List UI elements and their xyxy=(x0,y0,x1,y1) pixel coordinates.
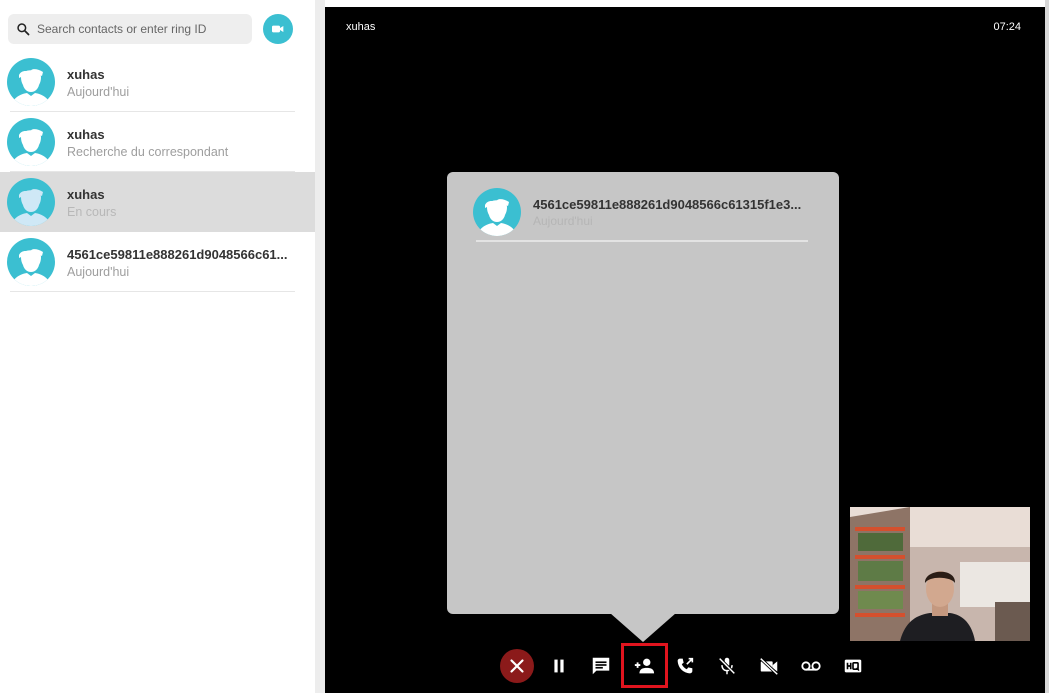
call-peer-name: xuhas xyxy=(346,21,376,33)
call-timer: 07:24 xyxy=(993,21,1021,33)
avatar xyxy=(7,178,55,226)
highlight-box xyxy=(621,643,668,688)
person-silhouette-icon xyxy=(11,189,51,226)
popup-pointer xyxy=(610,613,676,642)
contact-status: En cours xyxy=(67,205,117,219)
contact-name: xuhas xyxy=(67,187,105,202)
hold-button[interactable] xyxy=(542,649,576,683)
avatar xyxy=(7,58,55,106)
mic-off-icon xyxy=(718,657,736,675)
pause-icon xyxy=(554,659,564,673)
record-button[interactable] xyxy=(794,649,828,683)
call-controls xyxy=(0,649,1049,683)
contact-item[interactable]: xuhas Recherche du correspondant xyxy=(0,112,315,172)
quality-button[interactable] xyxy=(836,649,870,683)
video-call-button[interactable] xyxy=(263,14,293,44)
avatar xyxy=(7,118,55,166)
call-transfer-icon xyxy=(677,657,694,674)
popup-contact-status: Aujourd'hui xyxy=(533,214,593,228)
contact-name: 4561ce59811e888261d9048566c61... xyxy=(67,247,288,262)
chat-icon xyxy=(592,657,610,675)
person-silhouette-icon xyxy=(477,199,517,236)
contact-item[interactable]: 4561ce59811e888261d9048566c61... Aujourd… xyxy=(0,232,315,292)
window-edge xyxy=(1045,0,1049,693)
divider xyxy=(10,291,295,292)
contact-name: xuhas xyxy=(67,67,105,82)
contact-status: Recherche du correspondant xyxy=(67,145,229,159)
add-participant-popup: 4561ce59811e888261d9048566c61315f1e3... … xyxy=(447,172,839,614)
contact-item[interactable]: xuhas Aujourd'hui xyxy=(0,52,315,112)
chat-button[interactable] xyxy=(584,649,618,683)
search-icon xyxy=(17,23,30,36)
camera-preview-image xyxy=(850,507,1030,641)
ring-app-window: xuhas Aujourd'hui xuhas Recherche du cor… xyxy=(0,0,1049,693)
video-off-button[interactable] xyxy=(752,649,786,683)
video-camera-icon xyxy=(272,25,284,33)
self-video-preview[interactable] xyxy=(850,507,1030,641)
popup-contact-name[interactable]: 4561ce59811e888261d9048566c61315f1e3... xyxy=(533,197,801,212)
contact-item-selected[interactable]: xuhas En cours xyxy=(0,172,315,232)
video-off-icon xyxy=(759,657,779,676)
divider xyxy=(476,240,808,242)
transfer-button[interactable] xyxy=(668,649,702,683)
person-silhouette-icon xyxy=(11,249,51,286)
mute-button[interactable] xyxy=(710,649,744,683)
person-silhouette-icon xyxy=(11,69,51,106)
search-box[interactable] xyxy=(8,14,252,44)
search-input[interactable] xyxy=(37,22,237,36)
hang-up-button[interactable] xyxy=(500,649,534,683)
avatar xyxy=(7,238,55,286)
panel-splitter[interactable] xyxy=(315,0,325,693)
hq-icon xyxy=(844,659,862,673)
voicemail-icon xyxy=(801,661,821,671)
contact-status: Aujourd'hui xyxy=(67,265,130,279)
contact-list: xuhas Aujourd'hui xuhas Recherche du cor… xyxy=(0,52,315,292)
contact-name: xuhas xyxy=(67,127,105,142)
close-icon xyxy=(510,659,524,673)
sidebar: xuhas Aujourd'hui xuhas Recherche du cor… xyxy=(0,0,315,693)
contact-status: Aujourd'hui xyxy=(67,85,130,99)
avatar xyxy=(473,188,521,236)
person-silhouette-icon xyxy=(11,129,51,166)
